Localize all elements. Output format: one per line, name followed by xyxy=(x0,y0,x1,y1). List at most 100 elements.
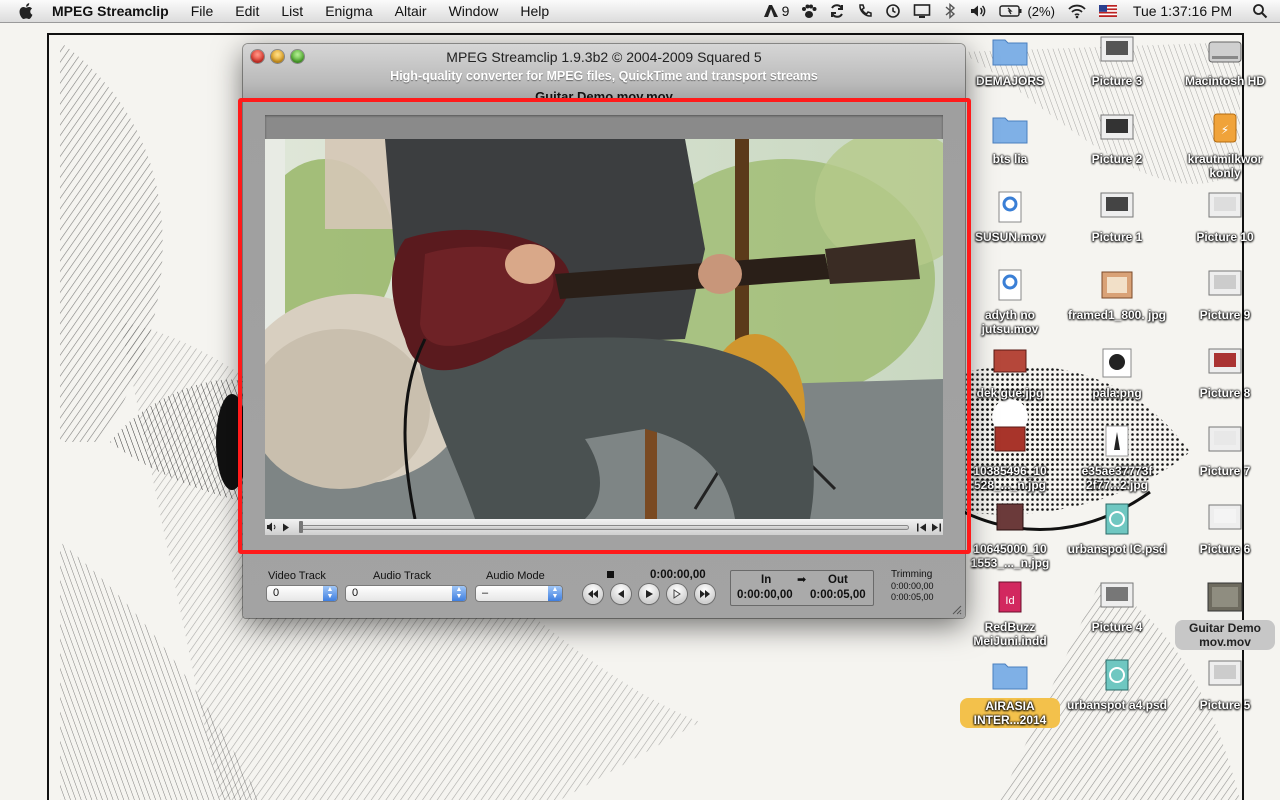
volume-icon[interactable] xyxy=(265,520,279,534)
mpeg-streamclip-window: MPEG Streamclip 1.9.3b2 © 2004-2009 Squa… xyxy=(243,44,965,618)
menu-help[interactable]: Help xyxy=(509,0,560,22)
desktop-icon-label: Picture 4 xyxy=(1091,620,1143,634)
battery-percent: (2%) xyxy=(1027,3,1055,19)
timeline-playhead[interactable] xyxy=(299,520,303,533)
image-file-icon xyxy=(1098,346,1136,384)
quicktime-movie-icon xyxy=(991,268,1029,306)
desktop-icon-label: Guitar Demo mov.mov xyxy=(1175,620,1275,650)
desktop-icon-urbanspot-ic[interactable]: urbanspot IC.psd xyxy=(1067,502,1167,556)
screenshot-icon xyxy=(1098,112,1136,150)
desktop-icon-label: Picture 3 xyxy=(1091,74,1143,88)
video-track-select[interactable]: 0 ▲ ▼ xyxy=(266,585,338,602)
desktop-icon-bts-lia[interactable]: bts lia xyxy=(960,112,1060,166)
audio-track-value: 0 xyxy=(352,587,359,599)
image-file-icon xyxy=(1098,424,1136,462)
step-forward-icon[interactable] xyxy=(929,520,943,534)
time-machine-icon[interactable] xyxy=(885,3,901,19)
trimming-label: Trimming xyxy=(891,569,933,580)
wifi-icon[interactable] xyxy=(1067,3,1087,19)
video-preview[interactable] xyxy=(265,139,943,519)
adobe-updater-status[interactable]: 9 xyxy=(763,3,789,19)
desktop-icon-label: Picture 9 xyxy=(1199,308,1251,322)
battery-icon xyxy=(999,5,1022,17)
desktop-icon-redbuzz[interactable]: Id RedBuzz MeiJuni.indd xyxy=(960,580,1060,648)
desktop-icon-picture-1[interactable]: Picture 1 xyxy=(1067,190,1167,244)
screenshot-icon xyxy=(1206,502,1244,540)
volume-icon[interactable] xyxy=(969,3,987,19)
phone-icon[interactable] xyxy=(857,3,873,19)
paw-icon[interactable] xyxy=(801,4,817,19)
rewind-button[interactable] xyxy=(583,584,603,604)
desktop-icon-picture-4[interactable]: Picture 4 xyxy=(1067,580,1167,634)
quicktime-movie-icon xyxy=(991,190,1029,228)
file-title: Guitar Demo mov.mov xyxy=(535,89,673,104)
screenshot-icon xyxy=(1206,268,1244,306)
trimming-end: 0:00:05,00 xyxy=(891,592,934,602)
desktop-icon-krautmilk[interactable]: ⚡ krautmilkwor konly xyxy=(1175,112,1275,180)
folder-icon xyxy=(991,658,1029,696)
desktop-icon-macintosh-hd[interactable]: Macintosh HD xyxy=(1175,34,1275,88)
desktop-icon-urbanspot-a4[interactable]: urbanspot a4.psd xyxy=(1067,658,1167,712)
menu-file[interactable]: File xyxy=(180,0,225,22)
desktop-icon-picture-8[interactable]: Picture 8 xyxy=(1175,346,1275,400)
display-icon[interactable] xyxy=(913,3,931,19)
spotlight-search-icon[interactable] xyxy=(1252,3,1268,19)
desktop-icon-10645000[interactable]: 10645000_10 1553_..._n.jpg xyxy=(960,502,1060,570)
menu-altair[interactable]: Altair xyxy=(384,0,438,22)
desktop-icon-framed1[interactable]: framed1_800. jpg xyxy=(1067,268,1167,322)
menu-bar: MPEG Streamclip File Edit List Enigma Al… xyxy=(0,0,1280,23)
play-button[interactable] xyxy=(639,584,659,604)
resize-grip-icon[interactable] xyxy=(951,604,962,615)
menu-window[interactable]: Window xyxy=(438,0,510,22)
audio-mode-select[interactable]: – ▲ ▼ xyxy=(475,585,563,602)
desktop-icon-label: Macintosh HD xyxy=(1184,74,1265,88)
in-time[interactable]: 0:00:00,00 xyxy=(737,589,793,601)
desktop-icon-10385496[interactable]: 10385496_10 528_..._n.jpg xyxy=(960,424,1060,492)
menu-list[interactable]: List xyxy=(270,0,314,22)
desktop-icon-picture-5[interactable]: Picture 5 xyxy=(1175,658,1275,712)
desktop-icon-demajors[interactable]: DEMAJORS xyxy=(960,34,1060,88)
desktop-icon-picture-3[interactable]: Picture 3 xyxy=(1067,34,1167,88)
timeline-slider[interactable] xyxy=(299,520,909,533)
step-back-icon[interactable] xyxy=(915,520,929,534)
desktop-icon-airasia[interactable]: AIRASIA INTER...2014 xyxy=(960,658,1060,728)
bluetooth-icon[interactable] xyxy=(943,3,957,19)
desktop-icon-label: Picture 6 xyxy=(1199,542,1251,556)
sync-icon[interactable] xyxy=(829,3,845,19)
desktop-icon-susun[interactable]: SUSUN.mov xyxy=(960,190,1060,244)
desktop-icon-label: DEMAJORS xyxy=(975,74,1044,88)
us-flag-input-icon[interactable] xyxy=(1098,5,1117,17)
arrow-right-icon: ➡ xyxy=(797,574,807,586)
step-forward-button[interactable] xyxy=(667,584,687,604)
menu-app-name[interactable]: MPEG Streamclip xyxy=(48,0,180,22)
photoshop-file-icon xyxy=(1098,502,1136,540)
apple-menu-icon[interactable] xyxy=(18,2,36,20)
fast-forward-button[interactable] xyxy=(695,584,715,604)
desktop-icon-adyth[interactable]: adyth no jutsu.mov xyxy=(960,268,1060,336)
desktop-icon-pala[interactable]: pala.png xyxy=(1067,346,1167,400)
desktop-icon-label: Picture 5 xyxy=(1199,698,1251,712)
stop-icon[interactable] xyxy=(607,571,614,578)
desktop-icon-label: Picture 1 xyxy=(1091,230,1143,244)
desktop-icon-picture-6[interactable]: Picture 6 xyxy=(1175,502,1275,556)
desktop-icon-picture-2[interactable]: Picture 2 xyxy=(1067,112,1167,166)
in-label: In xyxy=(761,574,772,586)
out-time[interactable]: 0:00:05,00 xyxy=(810,589,866,601)
step-backward-button[interactable] xyxy=(611,584,631,604)
audio-mode-label: Audio Mode xyxy=(486,570,545,582)
desktop-icon-e35ae[interactable]: e35ae37773f 2f77...2.jpg xyxy=(1067,424,1167,492)
menu-edit[interactable]: Edit xyxy=(224,0,270,22)
play-small-icon[interactable] xyxy=(279,520,293,534)
desktop-icon-picture-9[interactable]: Picture 9 xyxy=(1175,268,1275,322)
desktop-icon-dek-gue[interactable]: dek gue.jpg xyxy=(960,346,1060,400)
desktop-icon-guitar-demo[interactable]: Guitar Demo mov.mov xyxy=(1175,580,1275,650)
battery-status[interactable]: (2%) xyxy=(999,3,1055,19)
screenshot-icon xyxy=(1206,190,1244,228)
desktop-icon-picture-7[interactable]: Picture 7 xyxy=(1175,424,1275,478)
menu-enigma[interactable]: Enigma xyxy=(314,0,383,22)
indesign-file-icon: Id xyxy=(991,580,1029,618)
audio-track-select[interactable]: 0 ▲ ▼ xyxy=(345,585,467,602)
desktop-icon-picture-10[interactable]: Picture 10 xyxy=(1175,190,1275,244)
select-arrows-icon: ▲ ▼ xyxy=(452,586,466,601)
menu-clock[interactable]: Tue 1:37:16 PM xyxy=(1133,3,1232,19)
